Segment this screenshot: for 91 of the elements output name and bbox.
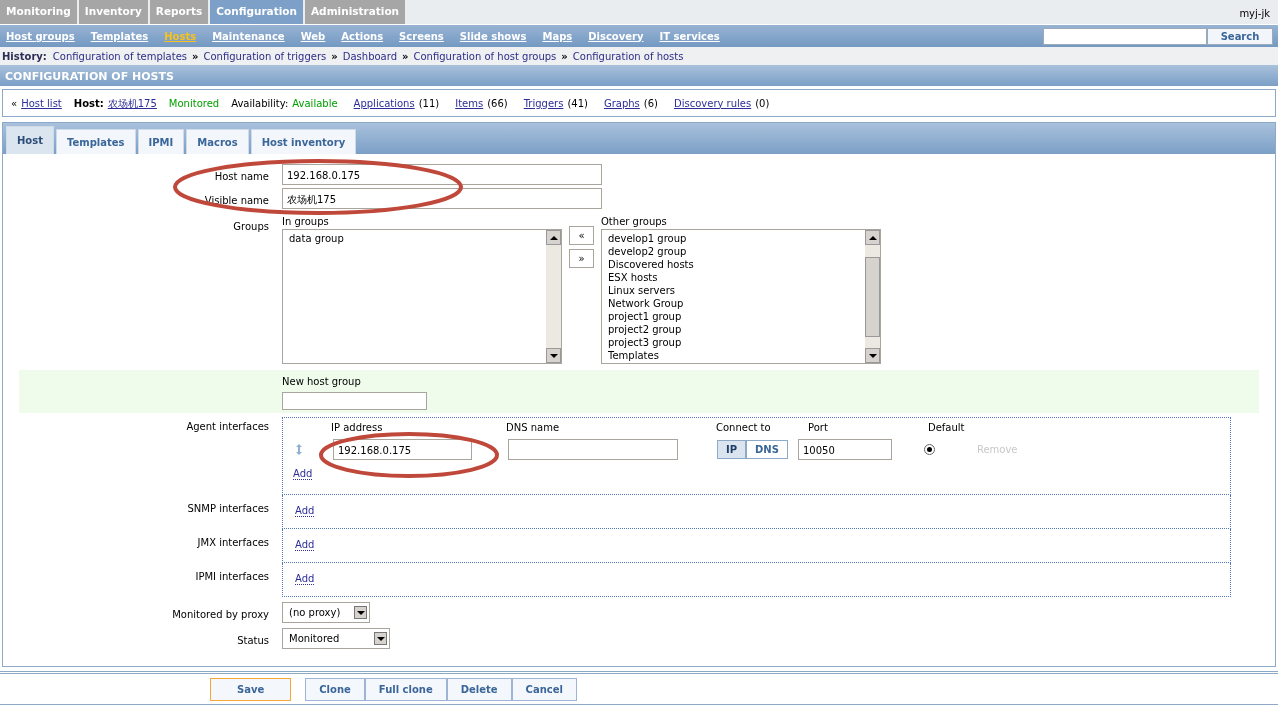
form-button[interactable]: Clone [305,677,365,701]
connect-toggle[interactable]: IP [717,440,747,459]
list-caption: Other groups [601,215,668,229]
list-option[interactable]: Linux servers [608,284,859,297]
field-label: SNMP interfaces [186,502,269,516]
host-section-link[interactable]: Items [455,95,484,111]
list-caption: In groups [282,215,330,229]
form-tab[interactable]: Macros [186,129,249,154]
form-button[interactable]: Delete [446,677,512,701]
drag-handle-icon[interactable] [295,444,303,455]
field-label: Groups [232,220,269,234]
visible-name-field[interactable]: 农场机175 [282,188,602,209]
form-button[interactable]: Save [210,677,292,701]
column-header: Default [928,421,966,435]
user-name[interactable]: myj-jk [1239,0,1278,24]
form-button[interactable]: Cancel [511,677,577,701]
host-list-link[interactable]: Host list [21,95,62,111]
add-link[interactable]: Add [295,505,315,517]
field-label: IPMI interfaces [194,570,269,584]
history-link[interactable]: Dashboard [342,48,398,64]
list-option[interactable]: develop1 group [608,232,859,245]
dns-name-field[interactable] [508,439,678,460]
host-section-link[interactable]: Discovery rules [674,95,752,111]
host-label: Host: [73,96,104,111]
field-label: Status [236,634,269,648]
host-status: Monitored [168,96,220,111]
host-name-field[interactable]: 192.168.0.175 [282,164,602,185]
history-link[interactable]: Configuration of templates [52,48,188,64]
dropdown-value: (no proxy) [289,606,341,620]
availability-label: Availability: [231,96,289,111]
form-tab[interactable]: Templates [56,129,136,154]
list-option[interactable]: ESX hosts [608,271,859,284]
link-count: (41) [567,96,588,111]
group-listbox[interactable]: data group [282,229,562,364]
new-group-field[interactable] [282,392,427,410]
field-label: Agent interfaces [185,420,269,434]
history-link[interactable]: Configuration of triggers [203,48,327,64]
column-header: DNS name [506,421,561,435]
form-tab[interactable]: Host inventory [250,129,357,154]
link-count: (6) [643,96,658,111]
host-section-link[interactable]: Triggers [523,95,564,111]
connect-toggle[interactable]: DNS [746,440,788,459]
dropdown[interactable]: (no proxy) [282,602,370,623]
form-button[interactable]: Full clone [364,677,447,701]
history-link[interactable]: Configuration of host groups [413,48,557,64]
back-arrow: « [11,96,18,111]
link-count: (66) [487,96,508,111]
link-count: (11) [418,96,440,111]
form-tab[interactable]: Host [6,126,54,154]
breadcrumb-separator: » [402,49,409,64]
add-link[interactable]: Add [293,468,313,480]
form-tab[interactable]: IPMI [137,129,185,154]
group-listbox[interactable]: develop1 group develop2 group Discovered hosts ESX hosts Linux servers Network Group project1 group project2 group project3 group Templates [601,229,881,364]
field-label: Host name [213,170,269,184]
add-link[interactable]: Add [295,573,315,585]
column-header: Connect to [716,421,772,435]
field-label: Monitored by proxy [171,608,269,622]
list-option[interactable]: project2 group [608,323,859,336]
column-header: Port [808,421,829,435]
host-section-link[interactable]: Applications [353,95,415,111]
search-field[interactable] [1043,27,1207,45]
list-option[interactable]: project1 group [608,310,859,323]
column-header: IP address [331,421,384,435]
ip-address-field[interactable]: 192.168.0.175 [333,439,472,460]
breadcrumb-separator: » [561,49,568,64]
list-option[interactable]: project3 group [608,336,859,349]
dropdown-value: Monitored [289,632,340,646]
breadcrumb-separator: » [192,49,199,64]
move-left-button[interactable]: « [569,226,594,245]
list-option[interactable]: Templates [608,349,859,362]
field-caption: New host group [282,375,362,389]
host-name-link[interactable]: 农场机175 [107,95,157,111]
port-field[interactable]: 10050 [797,439,892,460]
list-option[interactable]: data group [289,232,540,245]
list-option[interactable]: develop2 group [608,245,859,258]
scrollbar[interactable] [546,230,561,363]
move-right-button[interactable]: » [569,249,594,268]
scrollbar[interactable] [865,230,880,363]
availability-status: Available [292,96,338,111]
history-label: History: [2,49,47,64]
breadcrumb-separator: » [331,49,338,64]
list-option[interactable]: Discovered hosts [608,258,859,271]
host-section-link[interactable]: Graphs [603,95,640,111]
list-option[interactable]: Network Group [608,297,859,310]
link-count: (0) [755,96,770,111]
add-link[interactable]: Add [295,539,315,551]
history-link[interactable]: Configuration of hosts [572,48,684,64]
field-label: JMX interfaces [196,536,269,550]
page-title: CONFIGURATION OF HOSTS [0,65,1278,86]
search-button[interactable]: Search [1207,27,1273,45]
dropdown[interactable]: Monitored [282,628,390,649]
